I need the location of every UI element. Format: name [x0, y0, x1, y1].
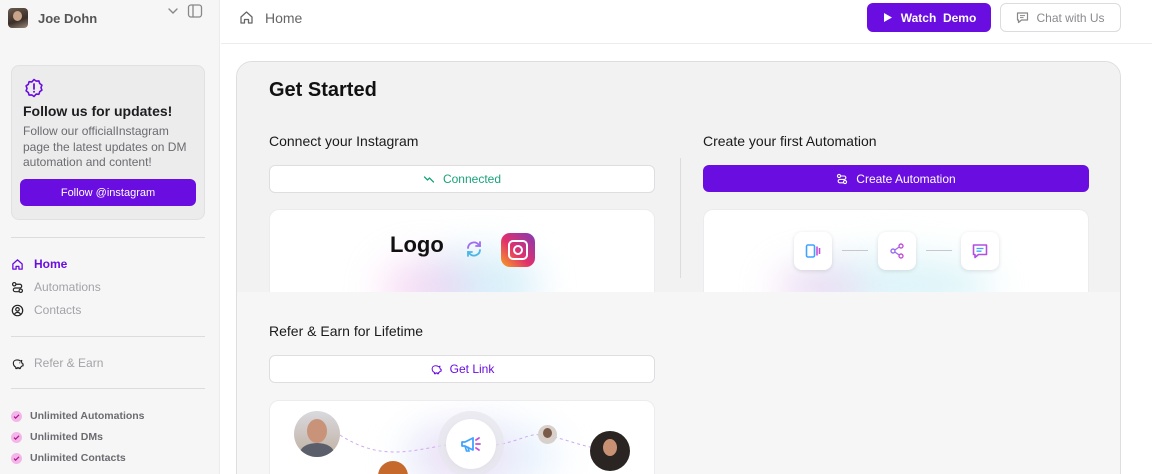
contacts-icon	[11, 304, 24, 316]
check-icon	[11, 431, 22, 443]
sidebar-item-label: Home	[34, 257, 68, 271]
chat-label: Chat with Us	[1036, 10, 1105, 25]
chevron-down-icon[interactable]	[166, 4, 180, 18]
sidebar-item-refer-earn[interactable]: Refer & Earn	[11, 354, 103, 372]
divider	[11, 388, 205, 389]
follow-card: Follow us for updates! Follow our offici…	[11, 65, 205, 220]
home-icon	[12, 258, 23, 270]
follow-instagram-button[interactable]: Follow @instagram	[20, 179, 196, 206]
connected-icon	[423, 176, 435, 183]
avatar	[8, 8, 28, 28]
follow-card-description: Follow our officialInstagram page the la…	[23, 124, 187, 169]
feature-label: Unlimited Contacts	[30, 452, 126, 464]
user-name: Joe Dohn	[38, 10, 98, 26]
connected-status-button[interactable]: Connected	[269, 165, 655, 193]
create-automation-label: Create Automation	[856, 171, 956, 186]
check-icon	[11, 410, 22, 422]
sidebar-item-automations[interactable]: Automations	[11, 278, 101, 296]
share-icon	[890, 243, 904, 259]
logo-text: Logo	[390, 232, 444, 257]
breadcrumb: Home	[265, 10, 303, 26]
megaphone-node	[446, 419, 496, 469]
create-automation-button[interactable]: Create Automation	[703, 165, 1089, 192]
divider	[11, 237, 205, 238]
check-icon	[11, 452, 22, 464]
referrer-avatar	[294, 411, 340, 457]
top-header: Home Watch Demo Chat with Us	[221, 0, 1152, 44]
page-title: Get Started	[269, 79, 377, 101]
sidebar-item-contacts[interactable]: Contacts	[11, 301, 81, 319]
watch-demo-label: Watch Demo	[900, 10, 977, 25]
megaphone-icon	[461, 437, 481, 452]
get-link-label: Get Link	[449, 362, 495, 376]
reels-node	[794, 232, 832, 270]
sidebar: Joe Dohn Follow us for updates! Follow o…	[0, 0, 220, 474]
get-link-button[interactable]: Get Link	[269, 355, 655, 383]
sync-icon	[467, 241, 481, 257]
feature-item: Unlimited DMs	[11, 430, 103, 444]
automation-flow-illustration	[703, 209, 1089, 304]
feature-item: Unlimited Contacts	[11, 451, 126, 465]
get-started-card: Get Started Connect your Instagram Conne…	[236, 61, 1121, 474]
reels-icon	[805, 244, 821, 258]
automations-icon	[11, 281, 24, 293]
divider	[11, 336, 205, 337]
follow-card-title: Follow us for updates!	[23, 103, 173, 119]
message-node	[961, 232, 999, 270]
flow-connector	[926, 250, 952, 251]
feature-label: Unlimited DMs	[30, 431, 103, 443]
referral-avatar-large	[590, 431, 630, 471]
referral-avatar-small	[538, 425, 557, 444]
piggy-bank-icon	[431, 365, 442, 375]
message-icon	[972, 244, 988, 259]
column-divider	[680, 158, 681, 278]
home-icon[interactable]	[239, 10, 254, 25]
sidebar-toggle-icon[interactable]	[187, 3, 203, 19]
sidebar-item-label: Automations	[34, 280, 101, 294]
sidebar-item-home[interactable]: Home	[11, 255, 67, 273]
sidebar-item-label: Contacts	[34, 303, 82, 317]
sidebar-item-label: Refer & Earn	[34, 356, 104, 370]
piggy-bank-icon	[12, 358, 24, 369]
refer-earn-label: Refer & Earn for Lifetime	[269, 323, 424, 339]
chat-icon	[1017, 12, 1029, 24]
instagram-connect-illustration: Logo	[269, 209, 655, 304]
alert-badge-icon	[25, 78, 43, 98]
referral-illustration	[269, 400, 655, 474]
connected-label: Connected	[442, 172, 502, 186]
connect-instagram-label: Connect your Instagram	[269, 133, 419, 149]
feature-label: Unlimited Automations	[30, 410, 145, 422]
feature-item: Unlimited Automations	[11, 409, 145, 423]
instagram-icon	[501, 233, 535, 267]
share-node	[878, 232, 916, 270]
watch-demo-button[interactable]: Watch Demo	[867, 3, 991, 32]
app-root: Joe Dohn Follow us for updates! Follow o…	[0, 0, 1152, 474]
chat-with-us-button[interactable]: Chat with Us	[1000, 3, 1121, 32]
create-automation-label: Create your first Automation	[703, 133, 877, 149]
automations-icon	[837, 173, 848, 184]
flow-connector	[842, 250, 868, 251]
play-icon	[883, 13, 892, 22]
